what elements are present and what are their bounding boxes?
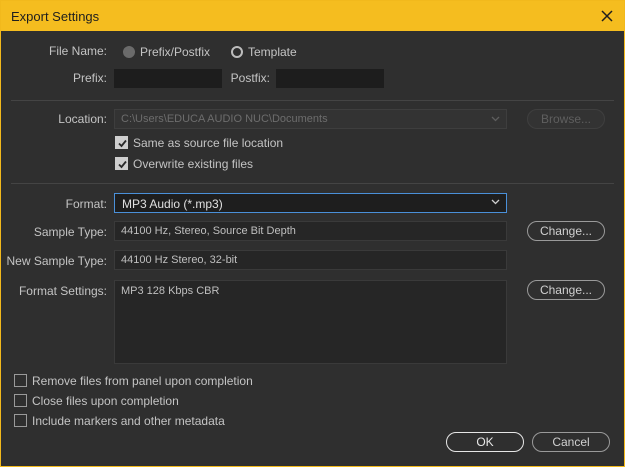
overwrite-checkbox[interactable] [115, 157, 128, 170]
browse-button[interactable]: Browse... [527, 109, 605, 129]
dialog-title: Export Settings [11, 9, 100, 24]
format-select[interactable]: MP3 Audio (*.mp3) [114, 193, 507, 213]
sample-type-label: Sample Type: [33, 225, 107, 239]
chevron-down-icon [491, 199, 500, 205]
include-markers-label: Include markers and other metadata [32, 414, 225, 428]
prefix-label: Prefix: [72, 71, 107, 85]
checkmark-icon [118, 139, 127, 148]
change-format-settings-button[interactable]: Change... [527, 280, 605, 300]
chevron-down-icon [491, 116, 500, 122]
prefix-input[interactable] [114, 69, 222, 88]
postfix-input[interactable] [276, 69, 384, 88]
postfix-label: Postfix: [230, 71, 270, 85]
location-select[interactable]: C:\Users\EDUCA AUDIO NUC\Documents [114, 109, 507, 129]
format-label: Format: [65, 197, 107, 211]
format-settings-field: MP3 128 Kbps CBR [114, 280, 507, 364]
separator [11, 183, 614, 184]
new-sample-type-field: 44100 Hz Stereo, 32-bit [114, 250, 507, 270]
location-label: Location: [58, 112, 107, 126]
radio-template-label: Template [248, 45, 297, 59]
radio-prefix-postfix[interactable] [123, 46, 135, 58]
include-markers-checkbox[interactable] [14, 414, 27, 427]
separator [11, 100, 614, 101]
close-files-checkbox[interactable] [14, 394, 27, 407]
checkmark-icon [118, 160, 127, 169]
same-as-source-label: Same as source file location [133, 136, 284, 150]
cancel-button[interactable]: Cancel [532, 432, 610, 452]
close-icon [601, 10, 613, 22]
close-button[interactable] [596, 5, 618, 27]
remove-files-label: Remove files from panel upon completion [32, 374, 253, 388]
same-as-source-checkbox[interactable] [115, 136, 128, 149]
radio-prefix-postfix-label: Prefix/Postfix [140, 45, 211, 59]
file-name-label: File Name: [48, 44, 107, 58]
radio-template[interactable] [231, 46, 243, 58]
close-files-label: Close files upon completion [32, 394, 179, 408]
remove-files-checkbox[interactable] [14, 374, 27, 387]
ok-button[interactable]: OK [446, 432, 524, 452]
overwrite-label: Overwrite existing files [133, 157, 254, 171]
sample-type-field: 44100 Hz, Stereo, Source Bit Depth [114, 221, 507, 241]
export-settings-dialog: Export Settings File Name: Prefix/Postfi… [0, 0, 625, 467]
new-sample-type-label: New Sample Type: [6, 254, 108, 268]
change-sample-type-button[interactable]: Change... [527, 221, 605, 241]
format-settings-label: Format Settings: [18, 284, 107, 298]
title-bar[interactable]: Export Settings [1, 1, 624, 31]
